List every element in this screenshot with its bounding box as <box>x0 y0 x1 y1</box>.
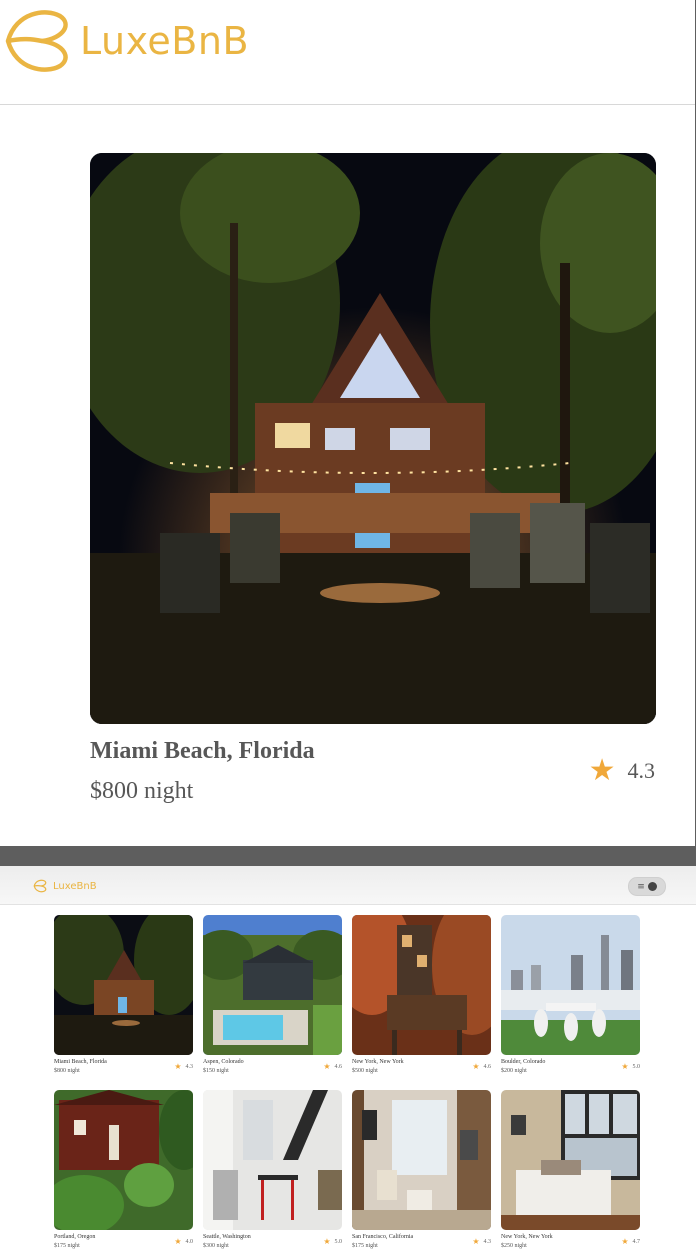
user-menu-button[interactable]: ≡ <box>628 877 666 896</box>
listing-title: Miami Beach, Florida <box>90 738 315 764</box>
listing-location: San Francisco, California <box>352 1234 414 1240</box>
listing-location: Seattle, Washington <box>203 1234 251 1240</box>
listing-card[interactable]: Boulder, Colorado $200 night ★ 5.0 <box>501 915 640 1074</box>
rating-value: 4.3 <box>185 1063 194 1070</box>
star-icon: ★ <box>174 1237 182 1246</box>
listing-photo[interactable] <box>90 153 656 724</box>
listing-card[interactable]: New York, New York $250 night ★ 4.7 <box>501 1090 640 1249</box>
zoomed-listing-view: LuxeBnB Miami Beach, Florida $800 night … <box>0 0 695 846</box>
brand-logo[interactable]: LuxeBnB <box>2 6 249 76</box>
rating-value: 4.3 <box>627 758 656 783</box>
listing-rating: ★ 5.0 <box>323 1237 342 1246</box>
hamburger-menu-icon: ≡ <box>637 881 645 892</box>
listing-rating: ★ 4.3 <box>174 1062 193 1071</box>
listing-card[interactable]: Miami Beach, Florida $800 night ★ 4.3 <box>54 915 193 1074</box>
listing-location: Portland, Oregon <box>54 1234 96 1240</box>
star-icon: ★ <box>472 1062 480 1071</box>
star-icon: ★ <box>621 1237 629 1246</box>
star-icon: ★ <box>588 754 616 787</box>
listing-photo[interactable] <box>203 915 342 1055</box>
listing-photo[interactable] <box>501 915 640 1055</box>
listing-price: $200 night <box>501 1068 527 1074</box>
listing-price: $300 night <box>203 1243 229 1249</box>
listing-location: Boulder, Colorado <box>501 1059 546 1065</box>
listing-location: Miami Beach, Florida <box>54 1059 107 1065</box>
star-icon: ★ <box>323 1062 331 1071</box>
header: LuxeBnB <box>0 0 695 105</box>
listing-rating: ★ 4.6 <box>323 1062 342 1071</box>
listing-card[interactable]: Portland, Oregon $175 night ★ 4.0 <box>54 1090 193 1249</box>
listing-price: $500 night <box>352 1068 378 1074</box>
listing-price: $175 night <box>54 1243 80 1249</box>
listing-rating: ★ 4.6 <box>472 1062 491 1071</box>
listing-price: $250 night <box>501 1243 527 1249</box>
listing-price: $150 night <box>203 1068 229 1074</box>
listing-rating: ★ 4.3 <box>589 756 655 786</box>
listing-card[interactable]: Seattle, Washington $300 night ★ 5.0 <box>203 1090 342 1249</box>
listing-location: New York, New York <box>501 1234 553 1240</box>
brand-name: LuxeBnB <box>80 19 250 63</box>
header: LuxeBnB ≡ <box>0 866 696 905</box>
listing-photo[interactable] <box>203 1090 342 1230</box>
listing-card[interactable]: San Francisco, California $175 night ★ 4.… <box>352 1090 491 1249</box>
star-icon: ★ <box>621 1062 629 1071</box>
listings-page: LuxeBnB ≡ Miami Beach, Florida $800 nigh… <box>0 866 696 1252</box>
listing-rating: ★ 4.3 <box>472 1237 491 1246</box>
listing-rating: ★ 5.0 <box>621 1062 640 1071</box>
rating-value: 4.0 <box>185 1238 194 1245</box>
listing-photo[interactable] <box>352 1090 491 1230</box>
star-icon: ★ <box>472 1237 480 1246</box>
avatar-icon <box>647 882 657 891</box>
rating-value: 4.6 <box>483 1063 492 1070</box>
listing-price: $800 night <box>90 778 194 804</box>
brand-logo[interactable]: LuxeBnB <box>31 879 97 893</box>
listing-photo[interactable] <box>352 915 491 1055</box>
rating-value: 4.7 <box>632 1238 641 1245</box>
brand-name: LuxeBnB <box>53 880 97 892</box>
listing-rating: ★ 4.0 <box>174 1237 193 1246</box>
listing-price: $175 night <box>352 1243 378 1249</box>
listing-card[interactable]: New York, New York $500 night ★ 4.6 <box>352 915 491 1074</box>
logo-icon <box>33 879 47 893</box>
listing-location: Aspen, Colorado <box>203 1059 244 1065</box>
star-icon: ★ <box>174 1062 182 1071</box>
star-icon: ★ <box>323 1237 331 1246</box>
listing-card[interactable]: Aspen, Colorado $150 night ★ 4.6 <box>203 915 342 1074</box>
listing-photo[interactable] <box>54 915 193 1055</box>
rating-value: 4.6 <box>334 1063 343 1070</box>
listing-rating: ★ 4.7 <box>621 1237 640 1246</box>
rating-value: 4.3 <box>483 1238 492 1245</box>
rating-value: 5.0 <box>632 1063 641 1070</box>
listing-photo[interactable] <box>501 1090 640 1230</box>
rating-value: 5.0 <box>334 1238 343 1245</box>
listing-photo[interactable] <box>54 1090 193 1230</box>
listing-location: New York, New York <box>352 1059 404 1065</box>
listing-price: $800 night <box>54 1068 80 1074</box>
logo-icon <box>5 10 68 72</box>
